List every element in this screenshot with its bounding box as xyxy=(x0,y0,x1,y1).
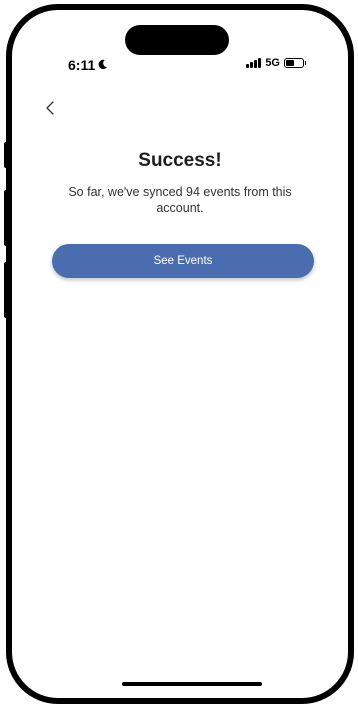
phone-body: 6:11 5G Success! So far, we've synced 94… xyxy=(6,4,354,704)
device-frame: 6:11 5G Success! So far, we've synced 94… xyxy=(0,0,358,706)
sync-message: So far, we've synced 94 events from this… xyxy=(68,185,292,215)
screen: 6:11 5G Success! So far, we've synced 94… xyxy=(12,10,348,698)
network-type: 5G xyxy=(265,57,280,69)
dynamic-island xyxy=(125,25,229,55)
home-indicator[interactable] xyxy=(122,682,262,686)
page-title: Success! xyxy=(138,150,222,171)
status-time-text: 6:11 xyxy=(68,57,96,73)
status-time: 6:11 xyxy=(68,57,108,73)
see-events-button[interactable]: See Events xyxy=(52,244,314,278)
signal-icon xyxy=(246,58,262,68)
moon-icon xyxy=(97,59,108,72)
chevron-left-icon[interactable] xyxy=(40,98,60,118)
battery-icon xyxy=(284,58,306,68)
status-indicators: 5G xyxy=(246,57,306,69)
